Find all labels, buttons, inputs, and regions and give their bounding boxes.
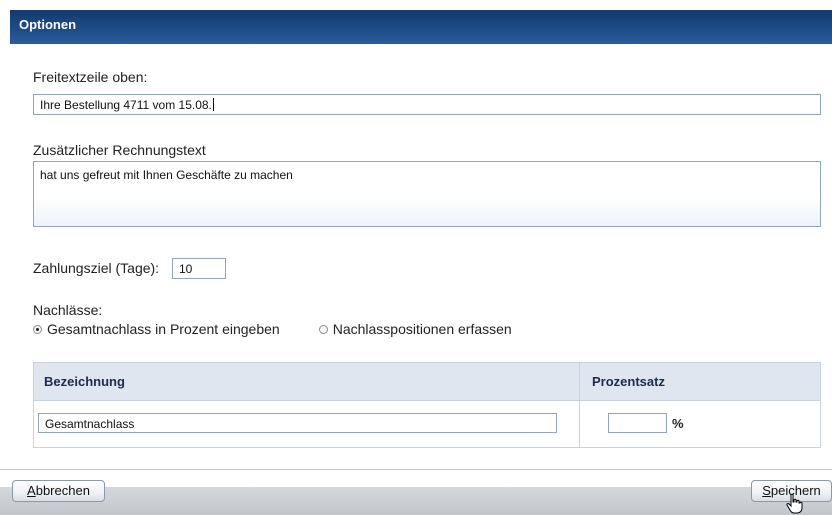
invoice-text-label: Zusätzlicher Rechnungstext bbox=[33, 142, 206, 158]
radio-unchecked-icon bbox=[318, 324, 328, 334]
cancel-button[interactable]: Abbrechen bbox=[12, 480, 105, 502]
dialog-title: Optionen bbox=[19, 17, 77, 32]
invoice-text-textarea[interactable]: hat uns gefreut mit Ihnen Geschäfte zu m… bbox=[33, 161, 821, 227]
table-row-bezeichnung-input[interactable]: Gesamtnachlass bbox=[38, 413, 557, 433]
hand-pointer-icon bbox=[786, 493, 803, 514]
text-caret bbox=[212, 98, 214, 111]
table-header: Bezeichnung Prozentsatz bbox=[34, 363, 820, 401]
footer-strip bbox=[0, 487, 832, 515]
payment-term-input[interactable]: 10 bbox=[172, 258, 226, 279]
discounts-label: Nachlässe: bbox=[33, 302, 103, 318]
radio-discount-positions-label: Nachlasspositionen erfassen bbox=[332, 321, 512, 337]
table-row-percent-input[interactable] bbox=[608, 413, 667, 433]
column-header-bezeichnung: Bezeichnung bbox=[44, 374, 125, 389]
column-header-prozentsatz: Prozentsatz bbox=[592, 374, 665, 389]
free-text-top-label: Freitextzeile oben: bbox=[33, 69, 148, 85]
radio-checked-icon bbox=[33, 324, 42, 334]
column-divider bbox=[579, 363, 580, 447]
free-text-top-input[interactable]: Ihre Bestellung 4711 vom 15.08. bbox=[33, 94, 821, 115]
percent-unit-label: % bbox=[672, 416, 684, 431]
footer-divider bbox=[0, 469, 832, 470]
dialog-title-bar: Optionen bbox=[10, 10, 832, 44]
discount-mode-radio-group: Gesamtnachlass in Prozent eingeben Nachl… bbox=[33, 321, 512, 337]
discount-table: Bezeichnung Prozentsatz Gesamtnachlass % bbox=[33, 362, 821, 448]
radio-total-discount-percent[interactable]: Gesamtnachlass in Prozent eingeben bbox=[33, 321, 280, 337]
radio-discount-positions[interactable]: Nachlasspositionen erfassen bbox=[318, 321, 512, 337]
payment-term-label: Zahlungsziel (Tage): bbox=[33, 260, 160, 276]
radio-total-discount-label: Gesamtnachlass in Prozent eingeben bbox=[47, 321, 280, 337]
